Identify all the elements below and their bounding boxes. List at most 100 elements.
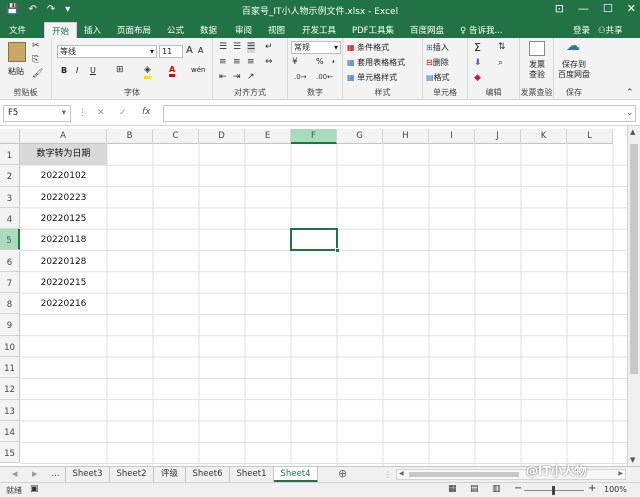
scrollbar-thumb[interactable] — [630, 144, 638, 374]
sort-filter-icon[interactable]: ⇅ — [498, 42, 506, 53]
zoom-level[interactable]: 100% — [604, 485, 627, 494]
more-sheets-button[interactable]: ... — [46, 467, 66, 482]
orientation-icon[interactable]: ↗ — [247, 72, 255, 83]
collapse-ribbon-icon[interactable]: ⌃ — [626, 88, 634, 99]
sheet-tab-sheet4[interactable]: Sheet4 — [274, 467, 318, 482]
tab-insert[interactable]: 插入 — [84, 24, 101, 36]
column-header-h[interactable]: H — [383, 129, 429, 144]
clear-icon[interactable]: ◆ — [474, 73, 481, 84]
align-left-icon[interactable]: ≡ — [219, 57, 227, 68]
format-as-table-button[interactable]: ▦ 套用表格格式 — [347, 57, 405, 68]
align-right-icon[interactable]: ≡ — [247, 57, 255, 68]
cell-a8[interactable]: 20220216 — [20, 293, 107, 314]
decrease-decimal-icon[interactable]: .00← — [316, 72, 333, 83]
insert-function-icon[interactable]: fx — [142, 107, 151, 118]
row-header-4[interactable]: 4 — [0, 207, 20, 230]
expand-formula-icon[interactable]: ⌄ — [626, 108, 634, 119]
sheet-tab-sheet6[interactable]: Sheet6 — [186, 467, 230, 482]
merge-center-icon[interactable]: ⇔ — [265, 57, 273, 68]
login-link[interactable]: 登录 — [573, 24, 590, 36]
font-size-select[interactable]: 11 — [159, 45, 183, 58]
row-header-10[interactable]: 10 — [0, 335, 20, 357]
insert-cells-button[interactable]: ⊞插入 — [426, 42, 449, 53]
save-to-baidu-line2[interactable]: 百度网盘 — [554, 69, 594, 80]
sheet-tab-rating[interactable]: 评级 — [154, 467, 186, 482]
row-header-7[interactable]: 7 — [0, 271, 20, 294]
fill-icon[interactable]: ⬇ — [474, 58, 482, 69]
tab-file[interactable]: 文件 — [9, 24, 26, 36]
copy-icon[interactable]: ⎘ — [32, 55, 39, 66]
tab-review[interactable]: 审阅 — [235, 24, 252, 36]
row-header-3[interactable]: 3 — [0, 186, 20, 208]
ribbon-display-icon[interactable]: ⊡ — [555, 2, 564, 15]
cell-a1[interactable]: 数字转为日期 — [20, 144, 107, 166]
scroll-down-icon[interactable]: ▼ — [630, 456, 635, 464]
underline-button[interactable]: U — [90, 66, 96, 75]
cut-icon[interactable]: ✂ — [32, 41, 40, 52]
row-header-13[interactable]: 13 — [0, 399, 20, 421]
invoice-check-button-line2[interactable]: 查验 — [520, 69, 554, 80]
row-header-9[interactable]: 9 — [0, 314, 20, 336]
page-layout-view-icon[interactable]: ▤ — [470, 484, 479, 494]
tab-pdf-tools[interactable]: PDF工具集 — [352, 24, 394, 36]
bold-button[interactable]: B — [61, 66, 67, 75]
fill-color-icon[interactable]: ◈ — [144, 65, 151, 79]
autosum-button[interactable]: Σ — [474, 41, 481, 54]
cell-a3[interactable]: 20220223 — [20, 187, 107, 208]
column-header-g[interactable]: G — [337, 129, 383, 144]
row-header-2[interactable]: 2 — [0, 165, 20, 187]
bottom-align-icon[interactable]: ☰ — [247, 42, 256, 53]
row-header-6[interactable]: 6 — [0, 250, 20, 272]
add-sheet-icon[interactable]: ⊕ — [338, 468, 347, 479]
increase-indent-icon[interactable]: ⇥ — [233, 72, 241, 83]
name-box[interactable]: F5 ▾ — [3, 105, 71, 122]
cell-a6[interactable]: 20220128 — [20, 251, 107, 272]
h-scrollbar-thumb[interactable] — [409, 472, 519, 477]
normal-view-icon[interactable]: ▦ — [448, 484, 457, 494]
scroll-right-icon[interactable]: ▶ — [618, 470, 623, 477]
row-header-14[interactable]: 14 — [0, 420, 20, 443]
zoom-slider-thumb[interactable] — [552, 486, 555, 495]
column-header-e[interactable]: E — [245, 129, 291, 144]
tab-view[interactable]: 视图 — [268, 24, 285, 36]
cell-a5[interactable]: 20220118 — [20, 229, 107, 250]
middle-align-icon[interactable]: ☰ — [233, 42, 241, 53]
sheet-tab-sheet1[interactable]: Sheet1 — [230, 467, 274, 482]
row-header-15[interactable]: 15 — [0, 442, 20, 464]
tab-formulas[interactable]: 公式 — [167, 24, 184, 36]
cell-a7[interactable]: 20220215 — [20, 272, 107, 293]
page-break-view-icon[interactable]: ▥ — [492, 484, 501, 494]
column-header-j[interactable]: J — [475, 129, 521, 144]
next-sheet-icon[interactable]: ▶ — [32, 469, 37, 480]
number-format-select[interactable]: 常规 ▾ — [291, 41, 341, 54]
split-handle-icon[interactable]: ⋮ — [384, 469, 392, 480]
tab-developer[interactable]: 开发工具 — [302, 24, 336, 36]
paste-button[interactable]: 粘贴 — [8, 66, 24, 77]
scroll-up-icon[interactable]: ▲ — [630, 128, 635, 136]
enter-icon[interactable]: ✓ — [119, 108, 127, 119]
find-select-icon[interactable]: ⌕ — [498, 58, 503, 69]
row-header-5[interactable]: 5 — [0, 229, 20, 251]
cell-a4[interactable]: 20220125 — [20, 208, 107, 229]
tab-baidu-netdisk[interactable]: 百度网盘 — [410, 24, 444, 36]
maximize-button[interactable]: ☐ — [603, 2, 613, 15]
font-color-button[interactable]: A — [169, 65, 176, 77]
grow-font-icon[interactable]: A — [186, 45, 193, 56]
column-header-k[interactable]: K — [521, 129, 567, 144]
phonetic-button[interactable]: wén — [191, 66, 205, 74]
delete-cells-button[interactable]: ⊟删除 — [426, 57, 449, 68]
prev-sheet-icon[interactable]: ◀ — [12, 469, 17, 480]
wrap-text-icon[interactable]: ↵ — [265, 42, 273, 53]
zoom-slider[interactable] — [524, 486, 584, 495]
row-header-1[interactable]: 1 — [0, 144, 20, 166]
active-cell-selection[interactable] — [290, 228, 340, 254]
borders-icon[interactable]: ⊞ — [116, 65, 124, 76]
row-header-8[interactable]: 8 — [0, 293, 20, 315]
column-header-f[interactable]: F — [291, 129, 337, 144]
column-header-a[interactable]: A — [20, 129, 107, 144]
fill-handle[interactable] — [335, 248, 340, 254]
tell-me-box[interactable]: ♀ 告诉我... — [460, 24, 503, 36]
comma-style-button[interactable]: , — [332, 55, 335, 64]
align-center-icon[interactable]: ≡ — [233, 57, 241, 68]
paste-icon[interactable] — [8, 42, 26, 62]
